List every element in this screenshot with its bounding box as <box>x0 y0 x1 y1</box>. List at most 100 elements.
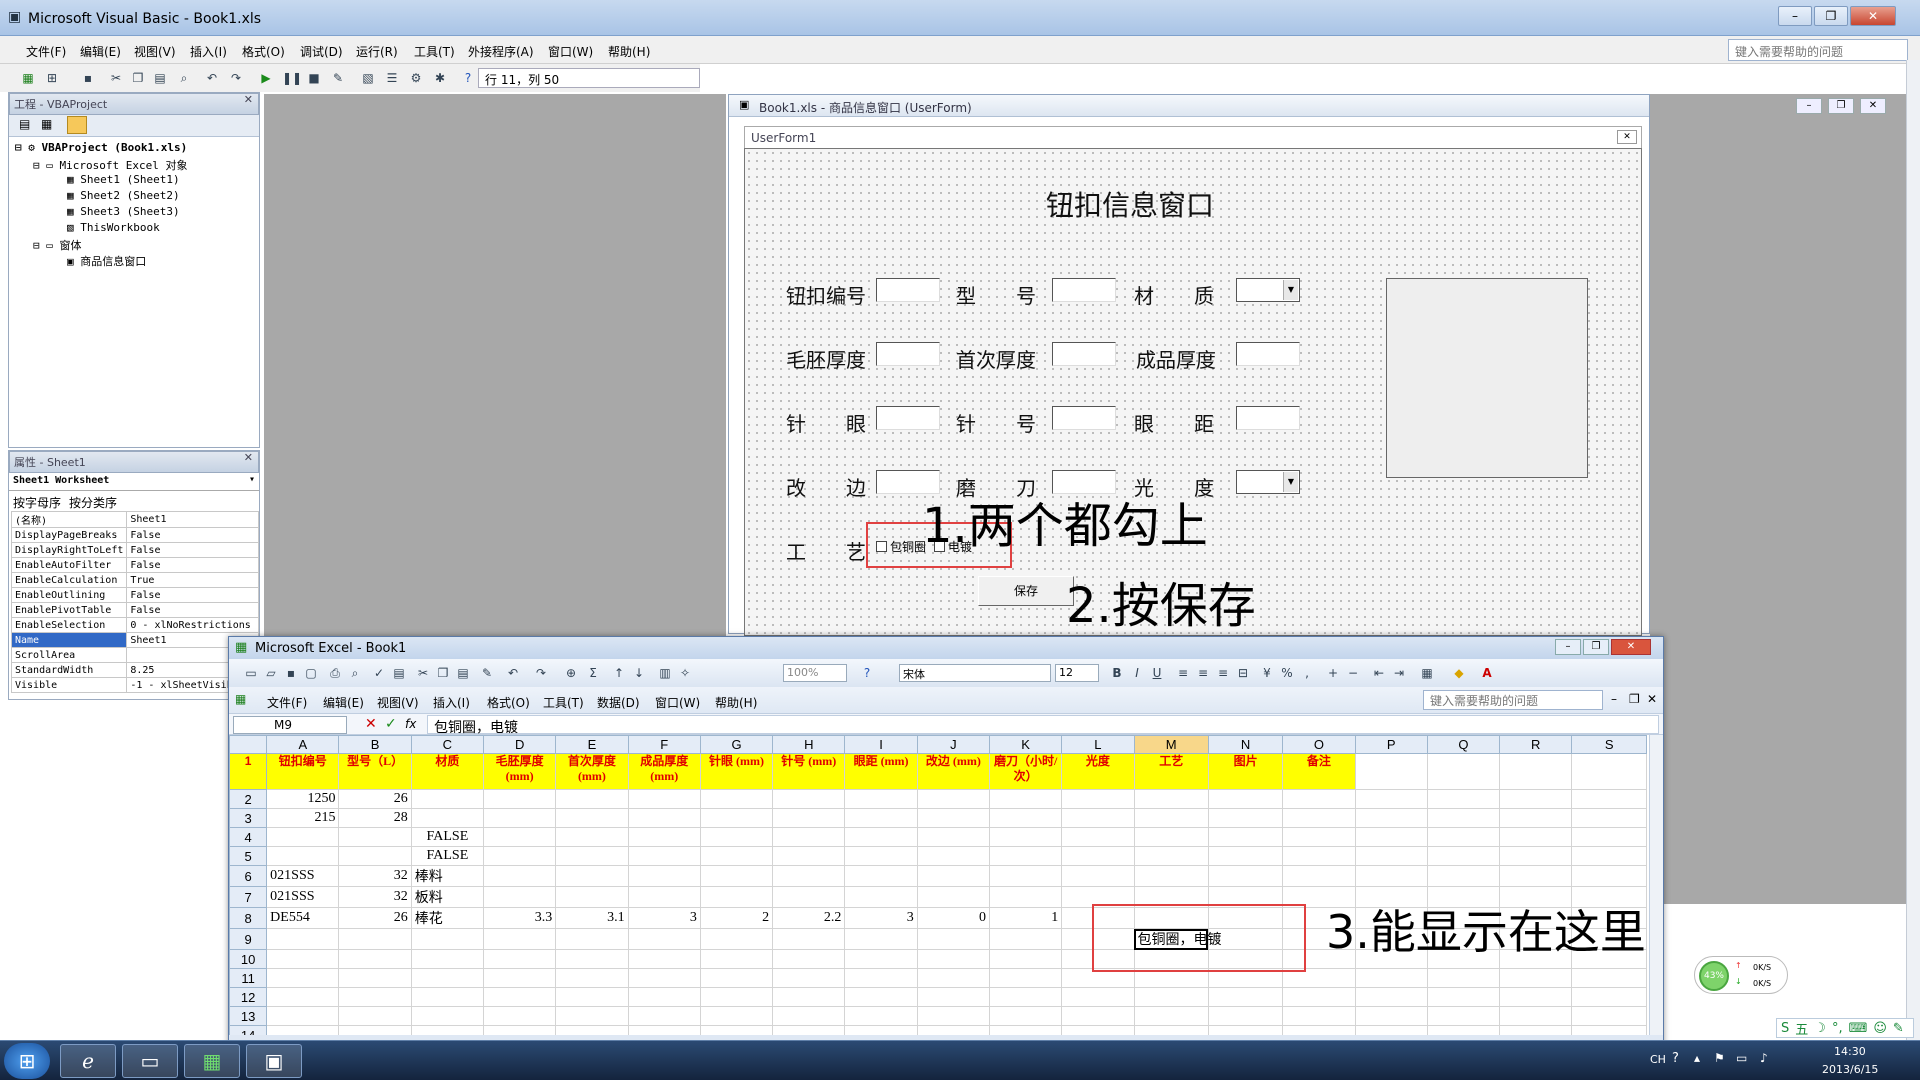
cell[interactable]: 26 <box>338 789 412 809</box>
cell[interactable] <box>988 808 1063 828</box>
cell[interactable] <box>916 987 990 1007</box>
excel-menu-format[interactable]: 格式(O) <box>487 694 530 711</box>
cell[interactable] <box>1061 827 1135 847</box>
cell[interactable] <box>627 808 701 828</box>
property-row[interactable]: EnableOutlining False <box>10 587 259 603</box>
cell[interactable] <box>627 865 701 887</box>
cell[interactable] <box>1133 827 1209 847</box>
underline-icon[interactable]: U <box>1149 665 1165 681</box>
minimize-icon[interactable]: – <box>1796 98 1822 114</box>
cell[interactable] <box>483 886 557 908</box>
excel-menu-file[interactable]: 文件(F) <box>267 694 307 711</box>
cell[interactable] <box>699 928 774 950</box>
cell[interactable] <box>1061 987 1135 1007</box>
cell[interactable]: 3 <box>844 907 918 929</box>
cell[interactable] <box>988 886 1063 908</box>
project-explorer-icon[interactable]: ▧ <box>360 70 376 86</box>
property-row[interactable]: StandardWidth 8.25 <box>10 662 259 678</box>
column-header[interactable]: Q <box>1426 735 1501 754</box>
cell[interactable] <box>1426 789 1501 809</box>
cell[interactable] <box>699 846 774 866</box>
cell[interactable] <box>555 928 629 950</box>
cell[interactable] <box>844 886 918 908</box>
open-icon[interactable]: ▱ <box>263 665 279 681</box>
row-header[interactable]: 7 <box>229 886 268 908</box>
cell[interactable] <box>1499 808 1573 828</box>
cell[interactable] <box>410 928 485 950</box>
header-cell[interactable]: 磨刀（小时/次） <box>988 753 1063 790</box>
row-header[interactable]: 13 <box>229 1006 268 1026</box>
spelling-icon[interactable]: ✓ <box>371 665 387 681</box>
tree-node-forms[interactable]: ⊟ ▭ 窗体 <box>33 237 82 253</box>
run-icon[interactable]: ▶ <box>258 70 274 86</box>
minimize-icon[interactable]: – <box>1611 692 1617 706</box>
cell[interactable] <box>410 987 485 1007</box>
cell[interactable] <box>410 949 485 969</box>
cell[interactable] <box>627 968 701 988</box>
property-value[interactable]: False <box>126 527 259 543</box>
property-value[interactable]: False <box>126 542 259 558</box>
cell[interactable] <box>1207 827 1284 847</box>
header-cell[interactable]: 图片 <box>1207 753 1284 790</box>
toolbox-icon[interactable]: ✱ <box>432 70 448 86</box>
cell[interactable] <box>555 808 629 828</box>
cell[interactable] <box>772 827 846 847</box>
cell[interactable] <box>1207 987 1284 1007</box>
tree-node-thisworkbook[interactable]: ▧ ThisWorkbook <box>67 221 160 234</box>
cell[interactable]: 棒花 <box>410 907 485 929</box>
vbe-scrollbar[interactable] <box>1906 60 1920 1040</box>
insert-icon[interactable]: ⊞ <box>44 70 60 86</box>
row-header[interactable]: 8 <box>229 907 268 929</box>
cell[interactable] <box>1571 789 1647 809</box>
cell[interactable] <box>1499 987 1573 1007</box>
cell[interactable]: 021SSS <box>266 865 340 887</box>
cell[interactable] <box>1133 808 1209 828</box>
cell[interactable]: 棒料 <box>410 865 485 887</box>
toggle-folders-icon[interactable] <box>67 116 87 134</box>
cell[interactable] <box>1061 789 1135 809</box>
cell[interactable] <box>844 928 918 950</box>
column-header[interactable]: C <box>410 735 485 754</box>
cell[interactable] <box>844 789 918 809</box>
cell[interactable] <box>1499 968 1573 988</box>
cell[interactable] <box>1354 846 1428 866</box>
input-model[interactable] <box>1052 278 1116 302</box>
menu-addins[interactable]: 外接程序(A) <box>468 43 534 60</box>
flag-icon[interactable]: ⚑ <box>1714 1051 1725 1065</box>
cell[interactable] <box>699 865 774 887</box>
header-cell[interactable]: 首次厚度(mm) <box>555 753 629 790</box>
tab-alphabetic[interactable]: 按字母序 <box>13 494 61 510</box>
increase-decimal-icon[interactable]: + <box>1325 665 1341 681</box>
cell[interactable] <box>1354 865 1428 887</box>
row-header[interactable]: 3 <box>229 808 268 828</box>
cell[interactable] <box>410 1006 485 1026</box>
cell[interactable] <box>1499 789 1573 809</box>
cell[interactable] <box>772 987 846 1007</box>
cell[interactable] <box>266 846 340 866</box>
cell[interactable]: 1250 <box>266 789 340 809</box>
clock-date[interactable]: 2013/6/15 <box>1822 1063 1878 1076</box>
cell[interactable] <box>772 1006 846 1026</box>
fill-color-icon[interactable]: ◆ <box>1451 665 1467 681</box>
cell[interactable] <box>1426 1006 1501 1026</box>
save-icon[interactable]: ▪ <box>80 70 96 86</box>
cell[interactable] <box>988 928 1063 950</box>
properties-object-select[interactable]: Sheet1 Worksheet ▾ <box>9 473 259 491</box>
cell[interactable] <box>1061 846 1135 866</box>
cell[interactable] <box>699 886 774 908</box>
cell[interactable]: 0 <box>916 907 990 929</box>
clock-time[interactable]: 14:30 <box>1834 1045 1866 1058</box>
chart-icon[interactable]: ▥ <box>657 665 673 681</box>
tree-node-sheet1[interactable]: ▦ Sheet1 (Sheet1) <box>67 173 180 186</box>
cell[interactable] <box>844 865 918 887</box>
cell[interactable]: 32 <box>338 886 412 908</box>
cell[interactable] <box>772 949 846 969</box>
cell[interactable] <box>483 987 557 1007</box>
outdent-icon[interactable]: ⇤ <box>1371 665 1387 681</box>
header-cell[interactable]: 眼距 (mm) <box>844 753 918 790</box>
property-row[interactable]: ScrollArea <box>10 647 259 663</box>
cell[interactable] <box>1133 1025 1209 1035</box>
borders-icon[interactable]: ▦ <box>1419 665 1435 681</box>
close-icon[interactable]: ✕ <box>1860 98 1886 114</box>
cell[interactable] <box>916 789 990 809</box>
